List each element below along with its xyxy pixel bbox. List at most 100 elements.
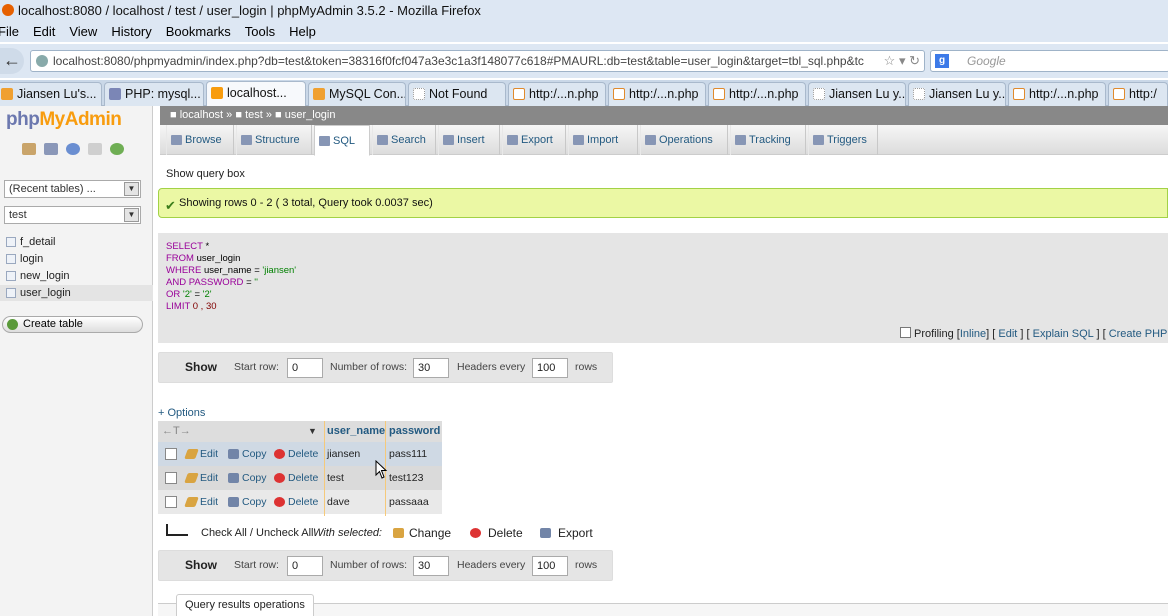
menu-help[interactable]: Help bbox=[289, 22, 316, 42]
menu-bookmarks[interactable]: Bookmarks bbox=[166, 22, 231, 42]
start-row-input[interactable]: 0 bbox=[287, 556, 323, 576]
back-button[interactable]: ← bbox=[0, 48, 24, 74]
tab-sql[interactable]: SQL bbox=[314, 125, 370, 156]
copy-row-link[interactable]: Copy bbox=[228, 490, 267, 514]
create-table-button[interactable]: Create table bbox=[2, 316, 143, 333]
column-resize-icon[interactable]: ←T→ bbox=[162, 421, 191, 442]
tab-triggers[interactable]: Triggers bbox=[808, 125, 878, 155]
browser-tab[interactable]: MySQL Con... bbox=[308, 82, 406, 106]
cell-password[interactable]: test123 bbox=[389, 466, 423, 490]
dropdown-icon[interactable]: ▾ bbox=[899, 53, 906, 68]
sidebar-table-item[interactable]: login bbox=[6, 251, 152, 267]
browser-tab[interactable]: Jiansen Lu y... bbox=[908, 82, 1006, 106]
tab-insert[interactable]: Insert bbox=[438, 125, 500, 155]
sort-dropdown-icon[interactable]: ▼ bbox=[308, 421, 317, 442]
browser-tab[interactable]: Jiansen Lu's... bbox=[0, 82, 102, 106]
options-link[interactable]: + Options bbox=[158, 407, 205, 419]
pencil-icon bbox=[184, 449, 199, 459]
chevron-down-icon: ▼ bbox=[124, 208, 139, 222]
browser-tab[interactable]: http:/...n.php bbox=[508, 82, 606, 106]
profiling-checkbox[interactable] bbox=[900, 327, 911, 338]
breadcrumb-table[interactable]: ■ user_login bbox=[275, 109, 335, 121]
show-query-box-link[interactable]: Show query box bbox=[166, 168, 245, 180]
change-button[interactable]: Change bbox=[409, 522, 451, 544]
tab-export[interactable]: Export bbox=[502, 125, 566, 155]
browser-tab[interactable]: Jiansen Lu y... bbox=[808, 82, 906, 106]
menu-edit[interactable]: Edit bbox=[33, 22, 55, 42]
show-button[interactable]: Show bbox=[185, 353, 217, 382]
menu-history[interactable]: History bbox=[111, 22, 151, 42]
show-button[interactable]: Show bbox=[185, 551, 217, 580]
edit-query-link[interactable]: Edit bbox=[998, 328, 1017, 340]
database-select[interactable]: test ▼ bbox=[4, 206, 141, 224]
column-header-password[interactable]: password bbox=[386, 421, 442, 442]
browser-tab[interactable]: http:/...n.php bbox=[608, 82, 706, 106]
help-icon[interactable] bbox=[66, 143, 80, 155]
tab-operations[interactable]: Operations bbox=[640, 125, 728, 155]
delete-row-link[interactable]: Delete bbox=[274, 442, 318, 466]
tab-search[interactable]: Search bbox=[372, 125, 436, 155]
home-icon[interactable] bbox=[22, 143, 36, 155]
navigation-toolbar: ← localhost:8080/phpmyadmin/index.php?db… bbox=[0, 44, 1168, 78]
reload-icon[interactable]: ↻ bbox=[909, 53, 920, 68]
delete-row-link[interactable]: Delete bbox=[274, 490, 318, 514]
menu-tools[interactable]: Tools bbox=[245, 22, 275, 42]
breadcrumb-database[interactable]: ■ test bbox=[235, 109, 262, 121]
breadcrumb-server[interactable]: ■ localhost bbox=[170, 109, 223, 121]
export-selected-button[interactable]: Export bbox=[558, 522, 593, 544]
row-checkbox[interactable] bbox=[165, 472, 177, 484]
row-checkbox[interactable] bbox=[165, 448, 177, 460]
google-icon[interactable]: g bbox=[935, 54, 949, 68]
browser-tab[interactable]: http:/...n.php bbox=[708, 82, 806, 106]
cell-password[interactable]: passaaa bbox=[389, 490, 429, 514]
edit-row-link[interactable]: Edit bbox=[184, 466, 218, 490]
browser-tab-active[interactable]: localhost... bbox=[206, 81, 306, 107]
number-of-rows-input[interactable]: 30 bbox=[413, 556, 449, 576]
copy-row-link[interactable]: Copy bbox=[228, 466, 267, 490]
sidebar-table-item[interactable]: f_detail bbox=[6, 234, 152, 250]
sidebar-table-item[interactable]: new_login bbox=[6, 268, 152, 284]
reload-nav-icon[interactable] bbox=[110, 143, 124, 155]
rows-navigation-top: Show Start row: 0 Number of rows: 30 Hea… bbox=[158, 352, 613, 383]
tab-browse[interactable]: Browse bbox=[166, 125, 234, 155]
start-row-input[interactable]: 0 bbox=[287, 358, 323, 378]
search-bar[interactable]: g Google bbox=[930, 50, 1168, 72]
inline-edit-link[interactable]: Inline bbox=[960, 328, 986, 340]
menu-file[interactable]: File bbox=[0, 22, 19, 42]
recent-tables-select[interactable]: (Recent tables) ... ▼ bbox=[4, 180, 141, 198]
cell-password[interactable]: pass111 bbox=[389, 442, 427, 466]
success-message: ✔ Showing rows 0 - 2 ( 3 total, Query to… bbox=[158, 188, 1168, 218]
explain-sql-link[interactable]: Explain SQL bbox=[1033, 328, 1094, 340]
headers-every-input[interactable]: 100 bbox=[532, 358, 568, 378]
browser-tab[interactable]: PHP: mysql... bbox=[104, 82, 204, 106]
row-checkbox[interactable] bbox=[165, 496, 177, 508]
blank-page-icon bbox=[813, 88, 825, 100]
number-of-rows-input[interactable]: 30 bbox=[413, 358, 449, 378]
table-header-actions: ←T→ ▼ bbox=[158, 421, 324, 442]
wrench-icon bbox=[645, 135, 656, 145]
bookmark-star-icon[interactable]: ☆ bbox=[884, 53, 896, 68]
logout-icon[interactable] bbox=[44, 143, 58, 155]
copy-row-link[interactable]: Copy bbox=[228, 442, 267, 466]
menu-view[interactable]: View bbox=[69, 22, 97, 42]
delete-row-link[interactable]: Delete bbox=[274, 466, 318, 490]
browser-tab[interactable]: http:/ bbox=[1108, 82, 1168, 106]
phpmyadmin-logo[interactable]: phpMyAdmin bbox=[6, 109, 122, 131]
sidebar-table-item-selected[interactable]: user_login bbox=[0, 285, 153, 301]
edit-row-link[interactable]: Edit bbox=[184, 442, 218, 466]
browser-tab[interactable]: Not Found bbox=[408, 82, 506, 106]
tab-structure[interactable]: Structure bbox=[236, 125, 312, 155]
edit-row-link[interactable]: Edit bbox=[184, 490, 218, 514]
headers-every-input[interactable]: 100 bbox=[532, 556, 568, 576]
browser-tab[interactable]: http:/...n.php bbox=[1008, 82, 1106, 106]
blogger-icon bbox=[313, 88, 325, 100]
docs-icon[interactable] bbox=[88, 143, 102, 155]
url-bar[interactable]: localhost:8080/phpmyadmin/index.php?db=t… bbox=[30, 50, 925, 72]
check-all-link[interactable]: Check All / Uncheck All bbox=[201, 522, 314, 544]
tab-import[interactable]: Import bbox=[568, 125, 638, 155]
tab-tracking[interactable]: Tracking bbox=[730, 125, 806, 155]
create-php-link[interactable]: Create PHP bbox=[1109, 328, 1168, 340]
xampp-icon bbox=[513, 88, 525, 100]
delete-selected-button[interactable]: Delete bbox=[488, 522, 523, 544]
site-identity-icon[interactable] bbox=[36, 55, 48, 67]
